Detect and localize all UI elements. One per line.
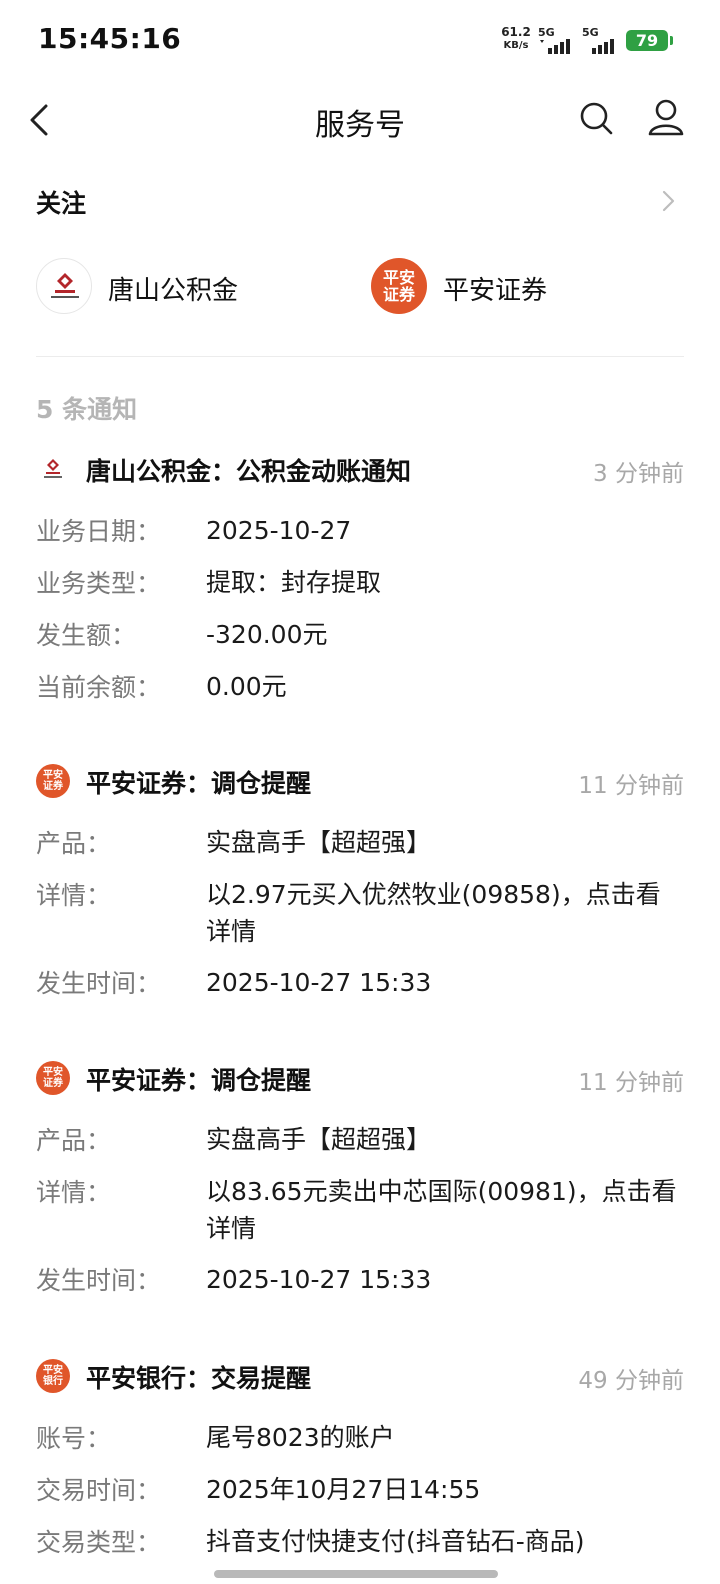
row-label: 发生额： <box>36 621 137 650</box>
logo-text-line1: 平安 <box>43 770 63 781</box>
row-label: 发生时间： <box>36 969 162 998</box>
network-speed-unit: KB/s <box>503 40 529 51</box>
notice-count: 5 条通知 <box>36 395 138 424</box>
row-value: 实盘高手【超超强】 <box>206 828 432 857</box>
status-time: 15:45:16 <box>38 22 182 55</box>
status-bar: 15:45:16 61.2 KB/s 5G 5G 79 <box>0 0 720 80</box>
user-icon <box>648 99 684 136</box>
logo-text-line2: 证券 <box>43 1078 63 1089</box>
row-value: 提取：封存提取 <box>206 568 382 597</box>
notice-time: 49 分钟前 <box>578 1368 684 1394</box>
row-label: 当前余额： <box>36 673 162 702</box>
notice-title: 唐山公积金：公积金动账通知 <box>86 457 412 486</box>
logo-text-line1: 平安 <box>43 1067 63 1078</box>
network-speed: 61.2 KB/s <box>500 26 532 52</box>
row-label: 产品： <box>36 1126 112 1155</box>
chevron-right-icon <box>662 190 675 212</box>
logo-text-line1: 平安 <box>43 1365 63 1376</box>
tangshan-gjj-logo <box>36 452 70 486</box>
row-label: 交易时间： <box>36 1476 162 1505</box>
logo-text-line1: 平安 <box>382 268 415 287</box>
search-button[interactable] <box>574 96 618 140</box>
row-value: 以2.97元买入优然牧业(09858)，点击看详情 <box>206 880 661 946</box>
notice-header: 平安 银行 平安银行：交易提醒 49 分钟前 <box>36 1357 684 1397</box>
row-label: 账号： <box>36 1424 112 1453</box>
follow-account-tangshan-gjj[interactable]: 唐山公积金 <box>36 258 296 316</box>
row-label: 详情： <box>36 881 112 910</box>
row-value: -320.00元 <box>206 620 328 649</box>
row-value: 以83.65元卖出中芯国际(00981)，点击看详情 <box>206 1177 677 1243</box>
row-label: 业务日期： <box>36 517 162 546</box>
follow-account-name: 平安证券 <box>443 276 548 306</box>
row-label: 业务类型： <box>36 569 162 598</box>
notice-time: 3 分钟前 <box>593 461 684 487</box>
notice-card[interactable]: 平安 证券 平安证券：调仓提醒 11 分钟前 产品： 实盘高手【超超强】 详情：… <box>36 762 684 1002</box>
notice-title: 平安证券：调仓提醒 <box>86 769 312 798</box>
row-label: 产品： <box>36 829 112 858</box>
follow-account-name: 唐山公积金 <box>108 276 239 306</box>
nav-bar: 服务号 <box>0 80 720 160</box>
row-label: 交易类型： <box>36 1528 162 1557</box>
pingan-securities-logo: 平安 证券 <box>371 258 427 314</box>
row-label: 详情： <box>36 1178 112 1207</box>
battery-icon: 79 <box>626 30 668 51</box>
row-label: 发生时间： <box>36 1266 162 1295</box>
notice-title: 平安银行：交易提醒 <box>86 1364 312 1393</box>
notice-card[interactable]: 唐山公积金：公积金动账通知 3 分钟前 业务日期： 2025-10-27 业务类… <box>36 450 684 710</box>
row-value: 2025年10月27日14:55 <box>206 1475 481 1504</box>
row-value: 2025-10-27 <box>206 516 352 545</box>
notice-header: 平安 证券 平安证券：调仓提醒 11 分钟前 <box>36 762 684 802</box>
follow-title: 关注 <box>36 189 87 218</box>
pingan-securities-logo: 平安 证券 <box>36 764 70 798</box>
notice-header: 平安 证券 平安证券：调仓提醒 11 分钟前 <box>36 1059 684 1099</box>
notice-header: 唐山公积金：公积金动账通知 3 分钟前 <box>36 450 684 490</box>
notice-time: 11 分钟前 <box>578 1070 684 1096</box>
logo-text-line2: 证券 <box>382 285 415 304</box>
home-indicator[interactable] <box>214 1570 498 1578</box>
notice-time: 11 分钟前 <box>578 773 684 799</box>
notice-card[interactable]: 平安 证券 平安证券：调仓提醒 11 分钟前 产品： 实盘高手【超超强】 详情：… <box>36 1059 684 1299</box>
follow-section-header[interactable]: 关注 <box>36 176 684 224</box>
row-value: 0.00元 <box>206 672 287 701</box>
row-value: 尾号8023的账户 <box>206 1423 395 1452</box>
pingan-bank-logo: 平安 银行 <box>36 1359 70 1393</box>
logo-text-line2: 银行 <box>43 1376 63 1387</box>
row-value: 2025-10-27 15:33 <box>206 1265 432 1294</box>
notice-card[interactable]: 平安 银行 平安银行：交易提醒 49 分钟前 账号： 尾号8023的账户 交易时… <box>36 1357 684 1577</box>
network-speed-value: 61.2 <box>501 25 531 39</box>
pingan-securities-logo: 平安 证券 <box>36 1061 70 1095</box>
battery-tip <box>670 36 673 45</box>
search-icon <box>580 102 613 135</box>
profile-button[interactable] <box>644 96 688 140</box>
row-value: 抖音支付快捷支付(抖音钻石-商品) <box>206 1527 585 1556</box>
row-value: 实盘高手【超超强】 <box>206 1125 432 1154</box>
section-divider <box>36 356 684 357</box>
follow-account-pingan-securities[interactable]: 平安 证券 平安证券 <box>371 258 631 316</box>
logo-text-line2: 证券 <box>43 781 63 792</box>
row-value: 2025-10-27 15:33 <box>206 968 432 997</box>
tangshan-gjj-logo <box>36 258 92 314</box>
notice-title: 平安证券：调仓提醒 <box>86 1066 312 1095</box>
